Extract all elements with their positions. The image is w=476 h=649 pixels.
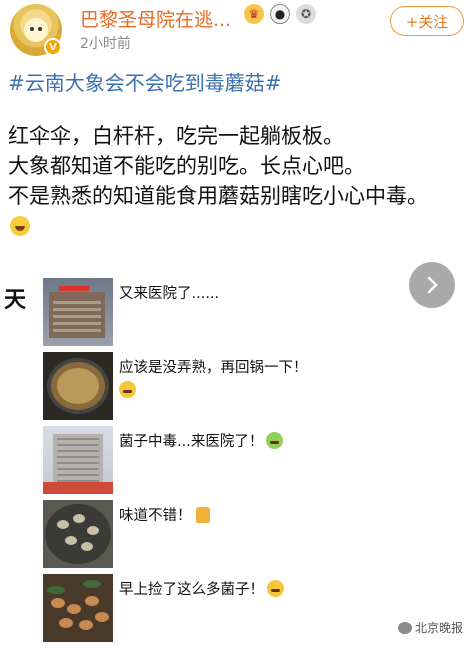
- row-caption: 应该是没弄熟，再回锅一下！: [119, 356, 308, 399]
- user-badges: ♛ ● ✪: [244, 4, 316, 24]
- avatar-face: [24, 18, 48, 42]
- image-row: 应该是没弄熟，再回锅一下！: [43, 352, 313, 420]
- row-caption-text: 应该是没弄熟，再回锅一下！: [119, 360, 308, 376]
- post-line: 红伞伞，白杆杆，吃完一起躺板板。: [8, 124, 344, 148]
- chevron-right-icon: [427, 276, 438, 294]
- hashtag-link[interactable]: #云南大象会不会吃到毒蘑菇#: [8, 67, 282, 96]
- post-body: 红伞伞，白杆杆，吃完一起躺板板。 大象都知道不能吃的别吃。长点心吧。 不是熟悉的…: [8, 121, 448, 241]
- thumbs-up-icon: [195, 507, 210, 523]
- panel-edge-text: 天: [4, 288, 27, 313]
- row-caption: 早上捡了这么多菌子！: [119, 578, 284, 599]
- verified-badge-icon: V: [44, 38, 62, 56]
- username[interactable]: 巴黎圣母院在逃...: [80, 5, 231, 32]
- watermark-text: 北京晚报: [415, 621, 464, 635]
- row-caption-text: 菌子中毒...来医院了！: [119, 434, 264, 450]
- sick-face-emoji-icon: [266, 432, 284, 449]
- hospital-building-thumbnail: [43, 426, 113, 494]
- row-caption-text: 味道不错！: [119, 508, 192, 524]
- image-row: 又来医院了......: [43, 278, 313, 346]
- next-image-button[interactable]: [409, 262, 455, 308]
- row-caption: 又来医院了......: [119, 286, 220, 302]
- post-timestamp: 2小时前: [80, 36, 131, 52]
- wechat-icon: [398, 621, 412, 634]
- post-line: 不是熟悉的知道能食用蘑菇别瞎吃小心中毒。: [8, 181, 448, 241]
- panda-icon[interactable]: ●: [270, 4, 290, 24]
- image-row: 菌子中毒...来医院了！: [43, 426, 313, 494]
- mushroom-pile-thumbnail: [43, 574, 113, 642]
- row-caption: 菌子中毒...来医院了！: [119, 430, 284, 451]
- face-emoji-icon: [119, 381, 136, 398]
- follow-button[interactable]: +关注: [390, 6, 464, 36]
- laughing-emoji-icon: [10, 216, 30, 236]
- grin-face-emoji-icon: [267, 580, 284, 597]
- image-row: 早上捡了这么多菌子！: [43, 574, 313, 642]
- avatar-eye: [38, 27, 42, 31]
- image-row: 味道不错！: [43, 500, 313, 568]
- avatar-eye: [30, 27, 34, 31]
- post-line-text: 不是熟悉的知道能食用蘑菇别瞎吃小心中毒。: [8, 184, 428, 208]
- row-caption: 味道不错！: [119, 504, 210, 525]
- crown-icon[interactable]: ♛: [244, 4, 264, 24]
- watermark: 北京晚报: [398, 619, 463, 636]
- post-line: 大象都知道不能吃的别吃。长点心吧。: [8, 154, 365, 178]
- hospital-thumbnail: [43, 278, 113, 346]
- soup-pot-thumbnail: [43, 352, 113, 420]
- row-caption-text: 早上捡了这么多菌子！: [119, 582, 264, 598]
- cooked-mushrooms-thumbnail: [43, 500, 113, 568]
- medal-icon[interactable]: ✪: [296, 4, 316, 24]
